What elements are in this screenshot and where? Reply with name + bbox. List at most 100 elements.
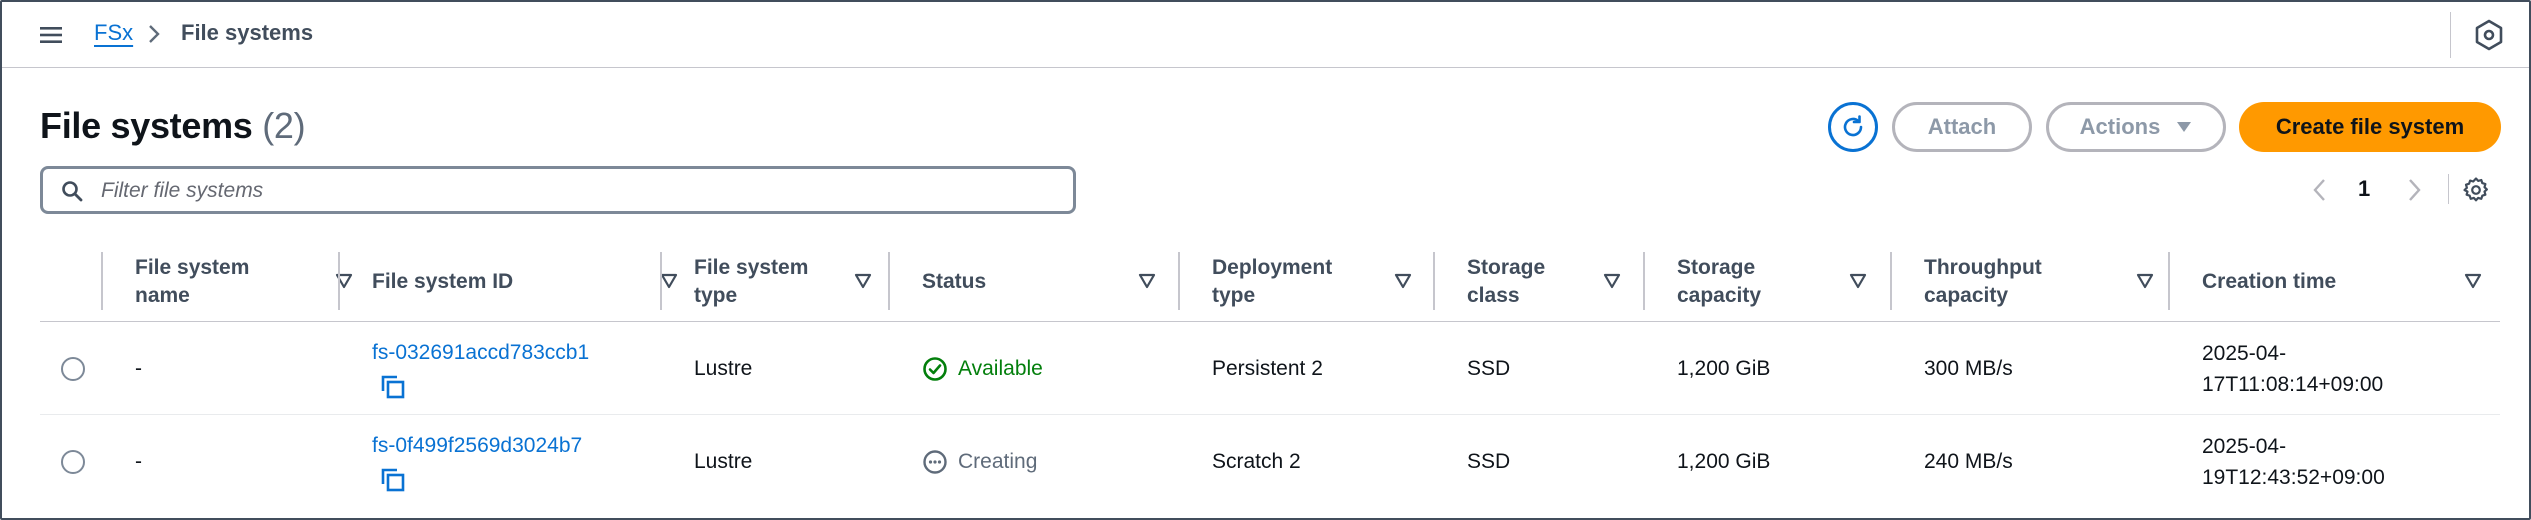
cell-storage-capacity: 1,200 GiB xyxy=(1677,357,1771,380)
attach-button[interactable]: Attach xyxy=(1892,102,2032,152)
page-number[interactable]: 1 xyxy=(2358,176,2370,202)
cell-throughput: 300 MB/s xyxy=(1924,357,2013,380)
search-icon xyxy=(62,181,83,202)
top-navigation-bar: FSx File systems xyxy=(2,2,2529,68)
filter-input[interactable] xyxy=(101,175,1041,207)
sort-caret-icon[interactable] xyxy=(1138,273,1156,289)
refresh-icon xyxy=(1843,115,1863,137)
file-system-id-link[interactable]: fs-032691accd783ccb1 xyxy=(372,337,589,368)
breadcrumb-current: File systems xyxy=(181,20,314,45)
actions-dropdown-button[interactable]: Actions xyxy=(2046,102,2226,152)
cell-throughput: 240 MB/s xyxy=(1924,450,2013,473)
divider xyxy=(2450,12,2451,58)
table-row[interactable]: - fs-0f499f2569d3024b7 Lustre Creating S… xyxy=(40,415,2500,508)
column-divider xyxy=(1643,252,1645,310)
column-header-label: type xyxy=(694,284,738,307)
column-divider xyxy=(888,252,890,310)
actions-button-label: Actions xyxy=(2079,114,2161,139)
column-divider xyxy=(338,252,340,310)
column-header-label: Throughput xyxy=(1924,256,2042,279)
status-text: Available xyxy=(958,357,1043,380)
column-header-label: Deployment xyxy=(1212,256,1333,279)
column-divider xyxy=(1433,252,1435,310)
refresh-button[interactable] xyxy=(1828,102,1878,152)
page-title-text: File systems xyxy=(40,105,253,146)
row-select-radio[interactable] xyxy=(61,450,85,474)
caret-down-icon xyxy=(2177,122,2192,132)
cell-deployment: Persistent 2 xyxy=(1212,357,1323,380)
column-header-label: Storage xyxy=(1677,256,1756,279)
column-header-label: Status xyxy=(922,270,987,293)
column-header-id[interactable]: File system ID xyxy=(372,242,682,322)
create-file-system-button[interactable]: Create file system xyxy=(2239,102,2501,152)
column-header-label: File system ID xyxy=(372,270,514,293)
filter-field[interactable] xyxy=(40,166,1076,214)
column-header-label: name xyxy=(135,284,190,307)
column-header-creation-time[interactable]: Creation time xyxy=(2202,242,2500,322)
table-row[interactable]: - fs-032691accd783ccb1 Lustre Available xyxy=(40,322,2500,415)
column-divider xyxy=(2168,252,2170,310)
ellipsis-circle-icon xyxy=(923,449,947,474)
cell-storage-class: SSD xyxy=(1467,450,1511,473)
creation-date: 2025-04- xyxy=(2202,341,2287,365)
breadcrumb-fsx-link[interactable]: FSx xyxy=(94,20,133,46)
column-header-label: type xyxy=(1212,284,1256,307)
column-header-label: Storage xyxy=(1467,256,1546,279)
sort-caret-icon[interactable] xyxy=(1849,273,1867,289)
cell-creation-time: 2025-04- 19T12:43:52+09:00 xyxy=(2202,415,2385,508)
column-header-throughput[interactable]: Throughput capacity xyxy=(1924,242,2164,322)
page-title: File systems (2) xyxy=(40,105,306,147)
column-header-deployment[interactable]: Deployment type xyxy=(1212,242,1432,322)
sort-caret-icon[interactable] xyxy=(1603,273,1621,289)
cell-status: Available xyxy=(922,322,1043,415)
column-divider xyxy=(1890,252,1892,310)
copy-icon[interactable] xyxy=(380,374,406,400)
column-divider xyxy=(1178,252,1180,310)
cell-storage-capacity: 1,200 GiB xyxy=(1677,450,1771,473)
hexagon-settings-icon[interactable] xyxy=(2472,18,2506,52)
check-circle-icon xyxy=(923,356,947,381)
column-header-label: capacity xyxy=(1677,284,1762,307)
attach-button-label: Attach xyxy=(1927,114,1997,139)
page-title-count: (2) xyxy=(262,105,306,146)
column-header-status[interactable]: Status xyxy=(922,242,1202,322)
table-header: File system name File system ID File syst… xyxy=(40,242,2500,322)
chevron-left-icon[interactable] xyxy=(2310,177,2330,203)
file-system-id-link[interactable]: fs-0f499f2569d3024b7 xyxy=(372,430,582,461)
column-header-label: Creation time xyxy=(2202,270,2337,293)
sort-caret-icon[interactable] xyxy=(2464,273,2482,289)
column-header-label: capacity xyxy=(1924,284,2009,307)
column-divider xyxy=(660,252,662,310)
cell-status: Creating xyxy=(922,415,1037,508)
column-header-label: File system xyxy=(694,256,809,279)
cell-name: - xyxy=(135,450,142,473)
cell-creation-time: 2025-04- 17T11:08:14+09:00 xyxy=(2202,322,2383,415)
column-divider xyxy=(101,252,103,310)
column-header-storage-class[interactable]: Storage class xyxy=(1467,242,1647,322)
gear-icon[interactable] xyxy=(2462,176,2490,204)
chevron-right-icon[interactable] xyxy=(2404,177,2424,203)
copy-icon[interactable] xyxy=(380,467,406,493)
row-select-radio[interactable] xyxy=(61,357,85,381)
chevron-right-icon xyxy=(149,25,160,43)
sort-caret-icon[interactable] xyxy=(1394,273,1412,289)
sort-caret-icon[interactable] xyxy=(660,273,678,289)
status-text: Creating xyxy=(958,450,1038,473)
column-header-storage-capacity[interactable]: Storage capacity xyxy=(1677,242,1877,322)
creation-time: 17T11:08:14+09:00 xyxy=(2202,372,2384,396)
cell-deployment: Scratch 2 xyxy=(1212,450,1301,473)
sort-caret-icon[interactable] xyxy=(854,273,872,289)
app-frame: FSx File systems File systems (2) Attach… xyxy=(0,0,2531,520)
cell-id: fs-0f499f2569d3024b7 xyxy=(372,415,582,508)
column-header-type[interactable]: File system type xyxy=(694,242,894,322)
column-header-name[interactable]: File system name xyxy=(135,242,355,322)
divider xyxy=(2448,174,2449,204)
hamburger-icon[interactable] xyxy=(38,22,64,48)
creation-time: 19T12:43:52+09:00 xyxy=(2202,465,2385,489)
sort-caret-icon[interactable] xyxy=(2136,273,2154,289)
cell-type: Lustre xyxy=(694,357,753,380)
file-systems-table: File system name File system ID File syst… xyxy=(40,242,2500,508)
cell-id: fs-032691accd783ccb1 xyxy=(372,322,589,415)
cell-type: Lustre xyxy=(694,450,753,473)
create-button-label: Create file system xyxy=(2275,114,2465,139)
